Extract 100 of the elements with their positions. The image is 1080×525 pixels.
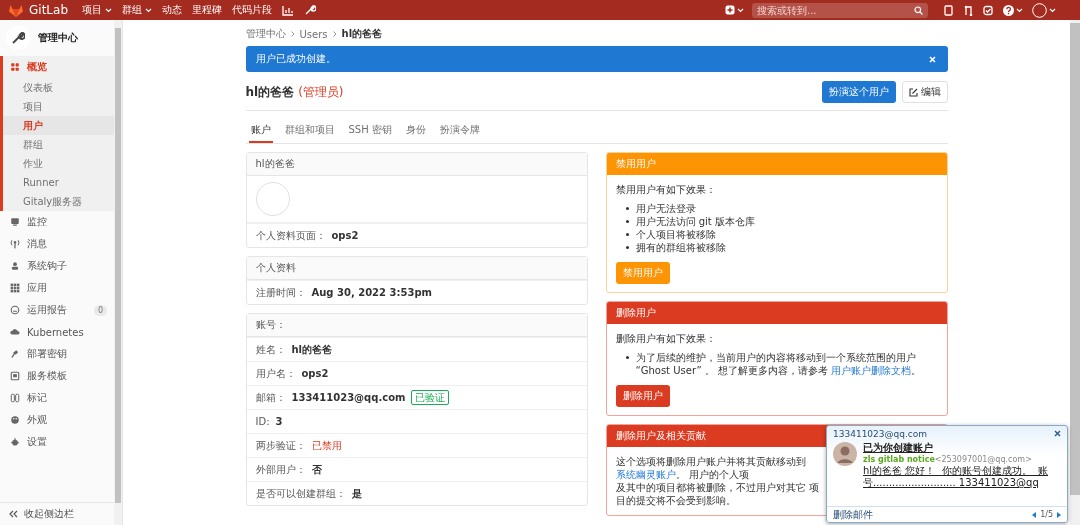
breadcrumb-link[interactable]: 管理中心 <box>245 27 286 41</box>
tab[interactable]: 身份 <box>403 119 428 143</box>
description: 删除用户有如下效果： <box>615 332 717 345</box>
grid-icon <box>10 62 20 72</box>
sidebar-item[interactable]: 标记 <box>3 387 114 409</box>
next-icon[interactable] <box>1057 511 1061 518</box>
nav-menu[interactable]: 动态 <box>162 3 182 17</box>
user-name: hl的爸爸 <box>245 83 295 101</box>
sidebar-subitem[interactable]: 仪表板 <box>3 78 114 97</box>
tab[interactable]: 群组和项目 <box>282 119 337 143</box>
chevron-icon <box>332 31 337 37</box>
ghost-account-link[interactable]: 系统幽灵账户 <box>615 469 676 480</box>
nav-menu[interactable]: 里程碑 <box>192 3 222 17</box>
alert-message: 用户已成功创建。 <box>255 52 336 66</box>
sidebar-subitem[interactable]: 用户 <box>3 116 114 135</box>
sidebar-item[interactable]: Kubernetes <box>3 321 114 343</box>
bullet-text: 拥有的群组将被移除 <box>635 241 726 254</box>
sidebar-subitem[interactable]: 项目 <box>3 97 114 116</box>
sidebar-subitem[interactable]: Runner <box>3 173 114 192</box>
sidebar-item[interactable]: 运用报告 0 <box>3 299 114 321</box>
field-value: 3 <box>275 416 283 427</box>
sidebar-item[interactable]: 部署密钥 <box>3 343 114 365</box>
previous-icon[interactable] <box>1032 511 1037 518</box>
mail-preview-line: 号.......................... 133411023@qq <box>863 477 1040 489</box>
field-label: 是否可以创建群组： <box>255 486 346 501</box>
issues-icon[interactable] <box>943 4 954 16</box>
sidebar-item[interactable]: 服务模板 <box>3 365 114 387</box>
tab[interactable]: SSH 密钥 <box>346 119 394 143</box>
close-icon[interactable] <box>1054 430 1061 437</box>
palette-icon <box>10 415 20 425</box>
field-value: ops2 <box>331 230 359 241</box>
field-value: 133411023@qq.com <box>291 392 406 403</box>
sidebar-item[interactable]: 外观 <box>3 409 114 431</box>
nav-menu[interactable]: 代码片段 <box>232 3 272 17</box>
sidebar-subitem[interactable]: 作业 <box>3 154 114 173</box>
plus-icon[interactable] <box>725 5 735 15</box>
sidebar-item[interactable]: 概览 <box>3 56 114 78</box>
sidebar-item[interactable]: 设置 <box>3 431 114 453</box>
description: 禁用用户有如下效果： <box>615 183 717 196</box>
scrollbar[interactable] <box>115 28 121 503</box>
logo-icon <box>8 2 24 18</box>
tab[interactable]: 扮演令牌 <box>437 119 482 143</box>
caret-icon <box>737 7 744 13</box>
caret-icon <box>1049 7 1056 13</box>
labels-icon <box>10 393 20 403</box>
bullet-icon <box>625 233 629 236</box>
sender-email: <253097001@qq.com> <box>934 455 1032 464</box>
bullet-text: 用户无法访问 git 版本仓库 <box>635 215 755 228</box>
bullet-icon <box>625 220 629 223</box>
nav-menu[interactable]: 群组 <box>122 3 152 17</box>
chevron-icon <box>290 31 295 37</box>
field-value: ops2 <box>301 368 329 379</box>
field-value: 否 <box>311 462 322 477</box>
todo-icon[interactable] <box>983 4 994 16</box>
delete-mail-link[interactable]: 删除邮件 <box>833 507 873 522</box>
search-icon <box>914 5 923 15</box>
sidebar-item[interactable]: 应用 <box>3 277 114 299</box>
count-badge: 0 <box>93 304 107 316</box>
monitor-icon <box>10 217 20 227</box>
field-label: 用户名： <box>255 366 296 381</box>
field-label: 个人资料页面： <box>255 228 326 243</box>
avatar[interactable] <box>1032 2 1047 18</box>
sidebar-subitem[interactable]: Gitaly服务器 <box>3 192 114 211</box>
wrench-icon[interactable] <box>304 4 316 16</box>
caret-icon <box>1016 7 1023 13</box>
sidebar-subitem[interactable]: 群组 <box>3 135 114 154</box>
chart-icon[interactable] <box>282 4 294 16</box>
field-label: 姓名： <box>255 342 286 357</box>
sidebar-item[interactable]: 监控 <box>3 211 114 233</box>
field-value: Aug 30, 2022 3:53pm <box>311 287 432 298</box>
wrench-icon <box>11 31 25 45</box>
field-label: ID: <box>255 416 270 427</box>
sidebar-item[interactable]: 消息 <box>3 233 114 255</box>
scrollbar[interactable] <box>1070 23 1080 495</box>
merge-request-icon[interactable] <box>963 4 974 16</box>
sidebar-item[interactable]: 系统钩子 <box>3 255 114 277</box>
impersonate-button[interactable]: 扮演这个用户 <box>821 81 896 103</box>
card-title: 个人资料 <box>246 257 587 280</box>
action-button[interactable]: 删除用户 <box>615 385 670 407</box>
cloud-icon <box>10 327 20 337</box>
brand-name: GitLab <box>29 3 68 17</box>
gauge-icon <box>10 305 20 315</box>
breadcrumb-link[interactable]: hl的爸爸 <box>341 27 383 41</box>
description: 及其中的项目都将被删除，不过用户对其它 项目的提交将不会受到影响。 <box>615 481 820 507</box>
field-label: 外部用户： <box>255 462 306 477</box>
edit-button[interactable]: 编辑 <box>901 81 948 103</box>
status-badge: 已验证 <box>411 390 450 405</box>
double-chevron-icon <box>9 510 18 518</box>
help-icon[interactable] <box>1003 4 1014 16</box>
nav-menu[interactable]: 项目 <box>82 3 112 17</box>
card-title: 禁用用户 <box>606 153 947 175</box>
bullet-text: 为了后续的维护，当前用户的内容将移动到一个系统范围的用户 “Ghost User” 。 想了解更多内容，请参考 用户账户删除文档。 <box>635 351 923 377</box>
field-value: 是 <box>351 486 362 501</box>
field-value: hl的爸爸 <box>291 342 333 357</box>
breadcrumb-link[interactable]: Users <box>299 28 328 40</box>
tab[interactable]: 账户 <box>248 119 273 143</box>
bullet-icon <box>625 356 629 359</box>
template-icon <box>10 371 20 381</box>
account-email: 133411023@qq.com <box>833 428 928 439</box>
bullet-icon <box>625 246 629 249</box>
